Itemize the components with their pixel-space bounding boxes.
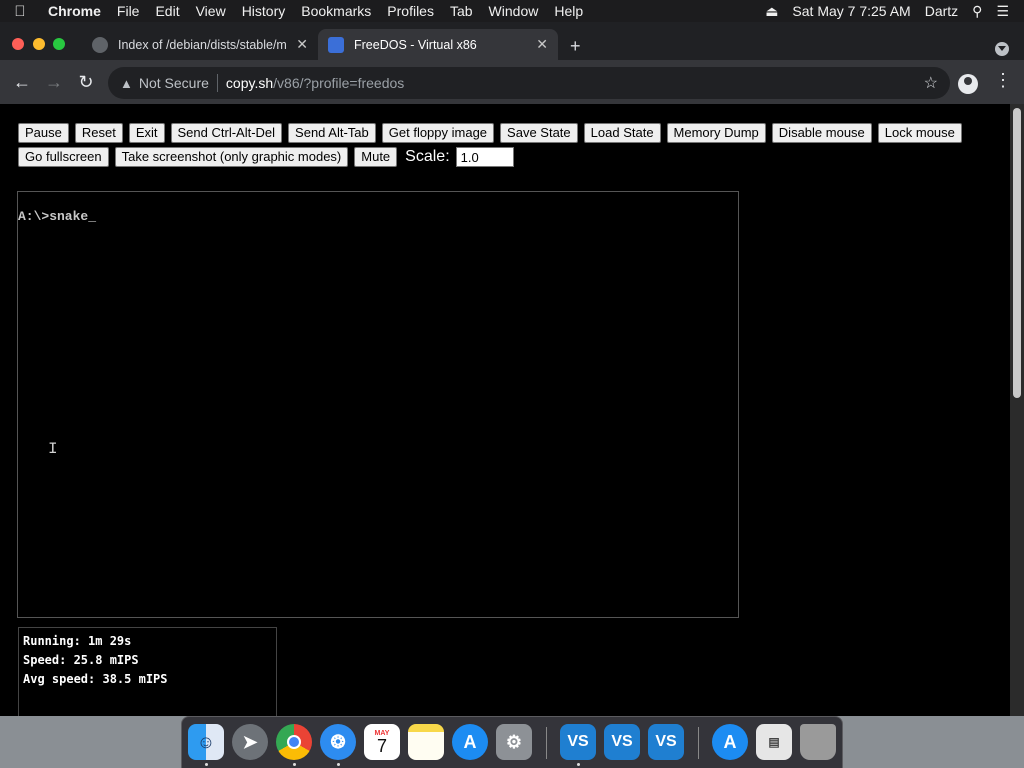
tab-freedos[interactable]: FreeDOS - Virtual x86 ✕ bbox=[318, 29, 558, 60]
menu-history[interactable]: History bbox=[234, 0, 294, 22]
v86-favicon-icon bbox=[328, 36, 344, 53]
finder-icon[interactable]: ☺ bbox=[188, 724, 224, 760]
avg-speed: Avg speed: 38.5 mIPS bbox=[23, 672, 168, 686]
runtime-stats-panel: Running: 1m 29s Speed: 25.8 mIPS Avg spe… bbox=[18, 627, 277, 722]
reset-button[interactable]: Reset bbox=[74, 123, 123, 143]
tab-title: Index of /debian/dists/stable/m bbox=[118, 37, 287, 52]
profile-avatar-icon[interactable] bbox=[958, 74, 978, 94]
macos-dock: ☺ ➤ ❂ MAY 7 A ⚙ VS VS VS A ▤ bbox=[181, 716, 843, 768]
close-window-button[interactable] bbox=[12, 38, 24, 50]
exit-button[interactable]: Exit bbox=[128, 123, 165, 143]
eject-icon[interactable]: ⏏ bbox=[758, 3, 785, 20]
user-name[interactable]: Dartz bbox=[918, 3, 965, 19]
notes-icon[interactable] bbox=[408, 724, 444, 760]
new-tab-plus-icon[interactable]: + bbox=[570, 36, 581, 57]
lock-mouse-button[interactable]: Lock mouse bbox=[877, 123, 962, 143]
running-indicator bbox=[205, 763, 208, 766]
mute-button[interactable]: Mute bbox=[354, 147, 398, 167]
scale-label: Scale: bbox=[405, 148, 450, 165]
launchpad-rocket-icon[interactable]: ➤ bbox=[232, 724, 268, 760]
system-preferences-gear-icon[interactable]: ⚙ bbox=[496, 724, 532, 760]
minimize-window-button[interactable] bbox=[33, 38, 45, 50]
macos-menu-bar:  Chrome File Edit View History Bookmark… bbox=[0, 0, 1024, 22]
document-icon[interactable]: ▤ bbox=[756, 724, 792, 760]
back-arrow-icon[interactable]: ← bbox=[6, 72, 38, 93]
menu-window[interactable]: Window bbox=[481, 0, 547, 22]
url-path: /v86/?profile=freedos bbox=[273, 75, 405, 91]
omnibox-divider bbox=[216, 74, 218, 92]
close-tab-icon[interactable]: ✕ bbox=[296, 36, 308, 53]
emulator-screen[interactable]: A:\>snake_ bbox=[17, 191, 739, 618]
take-screenshot-button[interactable]: Take screenshot (only graphic modes) bbox=[114, 147, 349, 167]
clock[interactable]: Sat May 7 7:25 AM bbox=[785, 3, 917, 19]
tab-debian-index[interactable]: Index of /debian/dists/stable/m ✕ bbox=[82, 29, 318, 60]
pause-button[interactable]: Pause bbox=[18, 123, 69, 143]
app-store-icon[interactable]: A bbox=[452, 724, 488, 760]
load-state-button[interactable]: Load State bbox=[583, 123, 661, 143]
vscode-icon[interactable]: VS bbox=[648, 724, 684, 760]
tab-strip: Index of /debian/dists/stable/m ✕ FreeDO… bbox=[0, 22, 1024, 60]
chrome-icon[interactable] bbox=[276, 724, 312, 760]
scrollbar-thumb[interactable] bbox=[1013, 108, 1021, 398]
calendar-icon[interactable]: MAY 7 bbox=[364, 724, 400, 760]
page-content: Pause Reset Exit Send Ctrl-Alt-Del Send … bbox=[0, 104, 1010, 722]
apple-menu-icon[interactable]:  bbox=[0, 3, 40, 20]
save-state-button[interactable]: Save State bbox=[500, 123, 578, 143]
running-indicator bbox=[337, 763, 340, 766]
forward-arrow-icon[interactable]: → bbox=[38, 72, 70, 93]
text-cursor-icon: I bbox=[48, 440, 58, 458]
warning-triangle-icon[interactable]: ▲ bbox=[120, 76, 133, 91]
spotlight-search-icon[interactable]: ⚲ bbox=[965, 3, 989, 20]
memory-dump-button[interactable]: Memory Dump bbox=[666, 123, 766, 143]
safari-compass-icon[interactable]: ❂ bbox=[320, 724, 356, 760]
running-indicator bbox=[293, 763, 296, 766]
running-indicator bbox=[577, 763, 580, 766]
globe-icon bbox=[92, 36, 108, 53]
menu-tab[interactable]: Tab bbox=[442, 0, 481, 22]
get-floppy-image-button[interactable]: Get floppy image bbox=[381, 123, 495, 143]
emulator-controls-row-2: Go fullscreen Take screenshot (only grap… bbox=[18, 147, 514, 167]
menu-profiles[interactable]: Profiles bbox=[379, 0, 442, 22]
menu-app-chrome[interactable]: Chrome bbox=[40, 0, 109, 22]
vscode-icon[interactable]: VS bbox=[560, 724, 596, 760]
speed: Speed: 25.8 mIPS bbox=[23, 653, 139, 667]
dock-separator bbox=[546, 727, 547, 759]
running-time: Running: 1m 29s bbox=[23, 634, 132, 648]
app-store-folder-icon[interactable]: A bbox=[712, 724, 748, 760]
tab-title: FreeDOS - Virtual x86 bbox=[354, 37, 477, 52]
address-bar[interactable]: ▲ Not Secure copy.sh /v86/?profile=freed… bbox=[108, 67, 950, 99]
menu-help[interactable]: Help bbox=[546, 0, 591, 22]
bookmark-star-icon[interactable]: ☆ bbox=[924, 73, 938, 93]
dock-separator bbox=[698, 727, 699, 759]
tab-search-chevron-icon[interactable] bbox=[995, 42, 1009, 56]
menu-file[interactable]: File bbox=[109, 0, 148, 22]
zoom-window-button[interactable] bbox=[53, 38, 65, 50]
send-alt-tab-button[interactable]: Send Alt-Tab bbox=[288, 123, 376, 143]
trash-icon[interactable] bbox=[800, 724, 836, 760]
vscode-icon[interactable]: VS bbox=[604, 724, 640, 760]
url-host: copy.sh bbox=[225, 75, 274, 91]
menu-view[interactable]: View bbox=[188, 0, 234, 22]
chrome-center-icon bbox=[287, 735, 301, 749]
scale-input[interactable] bbox=[455, 147, 514, 167]
send-ctrl-alt-del-button[interactable]: Send Ctrl-Alt-Del bbox=[170, 123, 283, 143]
menu-edit[interactable]: Edit bbox=[147, 0, 187, 22]
disable-mouse-button[interactable]: Disable mouse bbox=[771, 123, 872, 143]
close-tab-icon[interactable]: ✕ bbox=[536, 36, 548, 53]
menu-bookmarks[interactable]: Bookmarks bbox=[293, 0, 379, 22]
control-center-icon[interactable]: ☰ bbox=[989, 3, 1016, 20]
browser-toolbar: ← → ↻ ▲ Not Secure copy.sh /v86/?profile… bbox=[0, 60, 1024, 104]
page-scrollbar[interactable] bbox=[1010, 104, 1024, 716]
reload-icon[interactable]: ↻ bbox=[70, 72, 102, 93]
emulator-controls-row-1: Pause Reset Exit Send Ctrl-Alt-Del Send … bbox=[18, 123, 968, 143]
kebab-menu-icon[interactable]: ⋮ bbox=[994, 70, 1012, 91]
calendar-day: 7 bbox=[376, 735, 387, 756]
go-fullscreen-button[interactable]: Go fullscreen bbox=[18, 147, 109, 167]
dos-prompt-line: A:\>snake_ bbox=[18, 209, 97, 224]
not-secure-label[interactable]: Not Secure bbox=[139, 75, 209, 91]
